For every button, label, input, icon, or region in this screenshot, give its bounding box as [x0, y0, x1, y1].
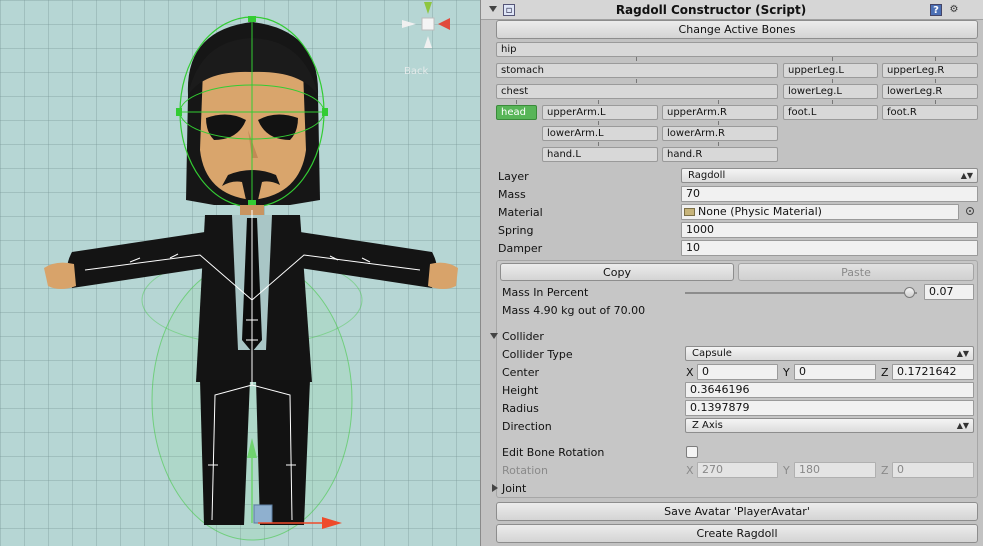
mass-percent-field[interactable]: 0.07	[924, 284, 974, 300]
scene-view-label: Back	[404, 66, 429, 77]
save-avatar-button[interactable]: Save Avatar 'PlayerAvatar'	[496, 502, 978, 521]
bone-connector	[598, 121, 599, 125]
dropdown-arrow-icon: ▲▼	[960, 171, 973, 180]
center-x-field[interactable]: 0	[697, 364, 778, 380]
bone-connector	[935, 100, 936, 104]
spring-label: Spring	[498, 224, 534, 237]
center-x-label: X	[686, 366, 694, 379]
direction-dropdown[interactable]: Z Axis ▲▼	[685, 418, 974, 433]
bone-lower-arm-left[interactable]: lowerArm.L	[542, 126, 658, 141]
bone-connector	[718, 121, 719, 125]
rotation-z-field: 0	[892, 462, 974, 478]
bone-upper-leg-right[interactable]: upperLeg.R	[882, 63, 978, 78]
help-icon[interactable]: ?	[930, 4, 942, 16]
bone-upper-arm-left[interactable]: upperArm.L	[542, 105, 658, 120]
edit-bone-rotation-label: Edit Bone Rotation	[502, 446, 605, 459]
rotation-y-label: Y	[783, 464, 790, 477]
layer-label: Layer	[498, 170, 529, 183]
settings-icon[interactable]: ⚙	[948, 4, 960, 16]
bone-hip[interactable]: hip	[496, 42, 978, 57]
edit-bone-rotation-checkbox[interactable]	[686, 446, 698, 458]
physic-material-icon	[684, 208, 695, 216]
bone-upper-leg-left[interactable]: upperLeg.L	[783, 63, 878, 78]
spring-field[interactable]: 1000	[681, 222, 978, 238]
bone-head[interactable]: head	[496, 105, 537, 120]
scene-view[interactable]: Back	[0, 0, 480, 546]
scene-gizmo-icon[interactable]	[398, 0, 458, 58]
damper-field[interactable]: 10	[681, 240, 978, 256]
bone-connector	[598, 100, 599, 104]
bone-foot-left[interactable]: foot.L	[783, 105, 878, 120]
center-y-field[interactable]: 0	[794, 364, 876, 380]
rotation-x-label: X	[686, 464, 694, 477]
bone-foot-right[interactable]: foot.R	[882, 105, 978, 120]
layer-value: Ragdoll	[688, 170, 726, 181]
rotation-y-field: 180	[794, 462, 876, 478]
bone-connector	[832, 100, 833, 104]
direction-value: Z Axis	[692, 420, 723, 431]
change-active-bones-button[interactable]: Change Active Bones	[496, 20, 978, 39]
mass-info-text: Mass 4.90 kg out of 70.00	[502, 304, 646, 317]
mass-percent-slider[interactable]	[685, 292, 917, 294]
damper-label: Damper	[498, 242, 543, 255]
center-y-label: Y	[783, 366, 790, 379]
dropdown-arrow-icon: ▲▼	[956, 349, 969, 358]
paste-button: Paste	[738, 263, 974, 281]
bone-lower-leg-left[interactable]: lowerLeg.L	[783, 84, 878, 99]
bone-connector	[832, 79, 833, 83]
height-field[interactable]: 0.3646196	[685, 382, 974, 398]
center-z-field[interactable]: 0.1721642	[892, 364, 974, 380]
bone-connector	[935, 79, 936, 83]
dropdown-arrow-icon: ▲▼	[956, 421, 969, 430]
joint-foldout-icon[interactable]	[492, 484, 498, 492]
joint-section-label[interactable]: Joint	[502, 482, 526, 495]
mass-percent-slider-handle[interactable]	[904, 287, 916, 298]
bone-connector	[598, 142, 599, 146]
collider-type-value: Capsule	[692, 348, 732, 359]
bone-connector	[832, 57, 833, 61]
collider-type-dropdown[interactable]: Capsule ▲▼	[685, 346, 974, 361]
radius-field[interactable]: 0.1397879	[685, 400, 974, 416]
collider-type-label: Collider Type	[502, 348, 573, 361]
center-z-label: Z	[881, 366, 889, 379]
character-model-icon	[44, 16, 458, 541]
script-icon: ▫	[503, 4, 515, 16]
bone-connector	[636, 79, 637, 83]
bone-connector	[636, 57, 637, 61]
create-ragdoll-button[interactable]: Create Ragdoll	[496, 524, 978, 543]
bone-lower-leg-right[interactable]: lowerLeg.R	[882, 84, 978, 99]
bone-chest[interactable]: chest	[496, 84, 778, 99]
component-title: Ragdoll Constructor (Script)	[615, 3, 807, 17]
material-label: Material	[498, 206, 543, 219]
height-label: Height	[502, 384, 539, 397]
copy-button[interactable]: Copy	[500, 263, 734, 281]
bone-connector	[718, 142, 719, 146]
material-field[interactable]: None (Physic Material)	[681, 204, 959, 220]
bone-connector	[935, 57, 936, 61]
rotation-x-field: 270	[697, 462, 778, 478]
layer-dropdown[interactable]: Ragdoll ▲▼	[681, 168, 978, 183]
bone-upper-arm-right[interactable]: upperArm.R	[662, 105, 778, 120]
direction-label: Direction	[502, 420, 552, 433]
object-picker-icon[interactable]	[966, 207, 974, 215]
bone-connector	[516, 100, 517, 104]
bone-hand-left[interactable]: hand.L	[542, 147, 658, 162]
mass-field[interactable]: 70	[681, 186, 978, 202]
mass-in-percent-label: Mass In Percent	[502, 286, 589, 299]
radius-label: Radius	[502, 402, 539, 415]
collider-foldout-icon[interactable]	[490, 333, 498, 339]
center-label: Center	[502, 366, 540, 379]
rotation-label: Rotation	[502, 464, 549, 477]
bone-lower-arm-right[interactable]: lowerArm.R	[662, 126, 778, 141]
bone-stomach[interactable]: stomach	[496, 63, 778, 78]
bone-hand-right[interactable]: hand.R	[662, 147, 778, 162]
collider-section-label[interactable]: Collider	[502, 330, 544, 343]
mass-label: Mass	[498, 188, 526, 201]
rotation-z-label: Z	[881, 464, 889, 477]
bone-connector	[718, 100, 719, 104]
component-header[interactable]: Ragdoll Constructor (Script) ▫ ? ⚙	[481, 0, 983, 20]
